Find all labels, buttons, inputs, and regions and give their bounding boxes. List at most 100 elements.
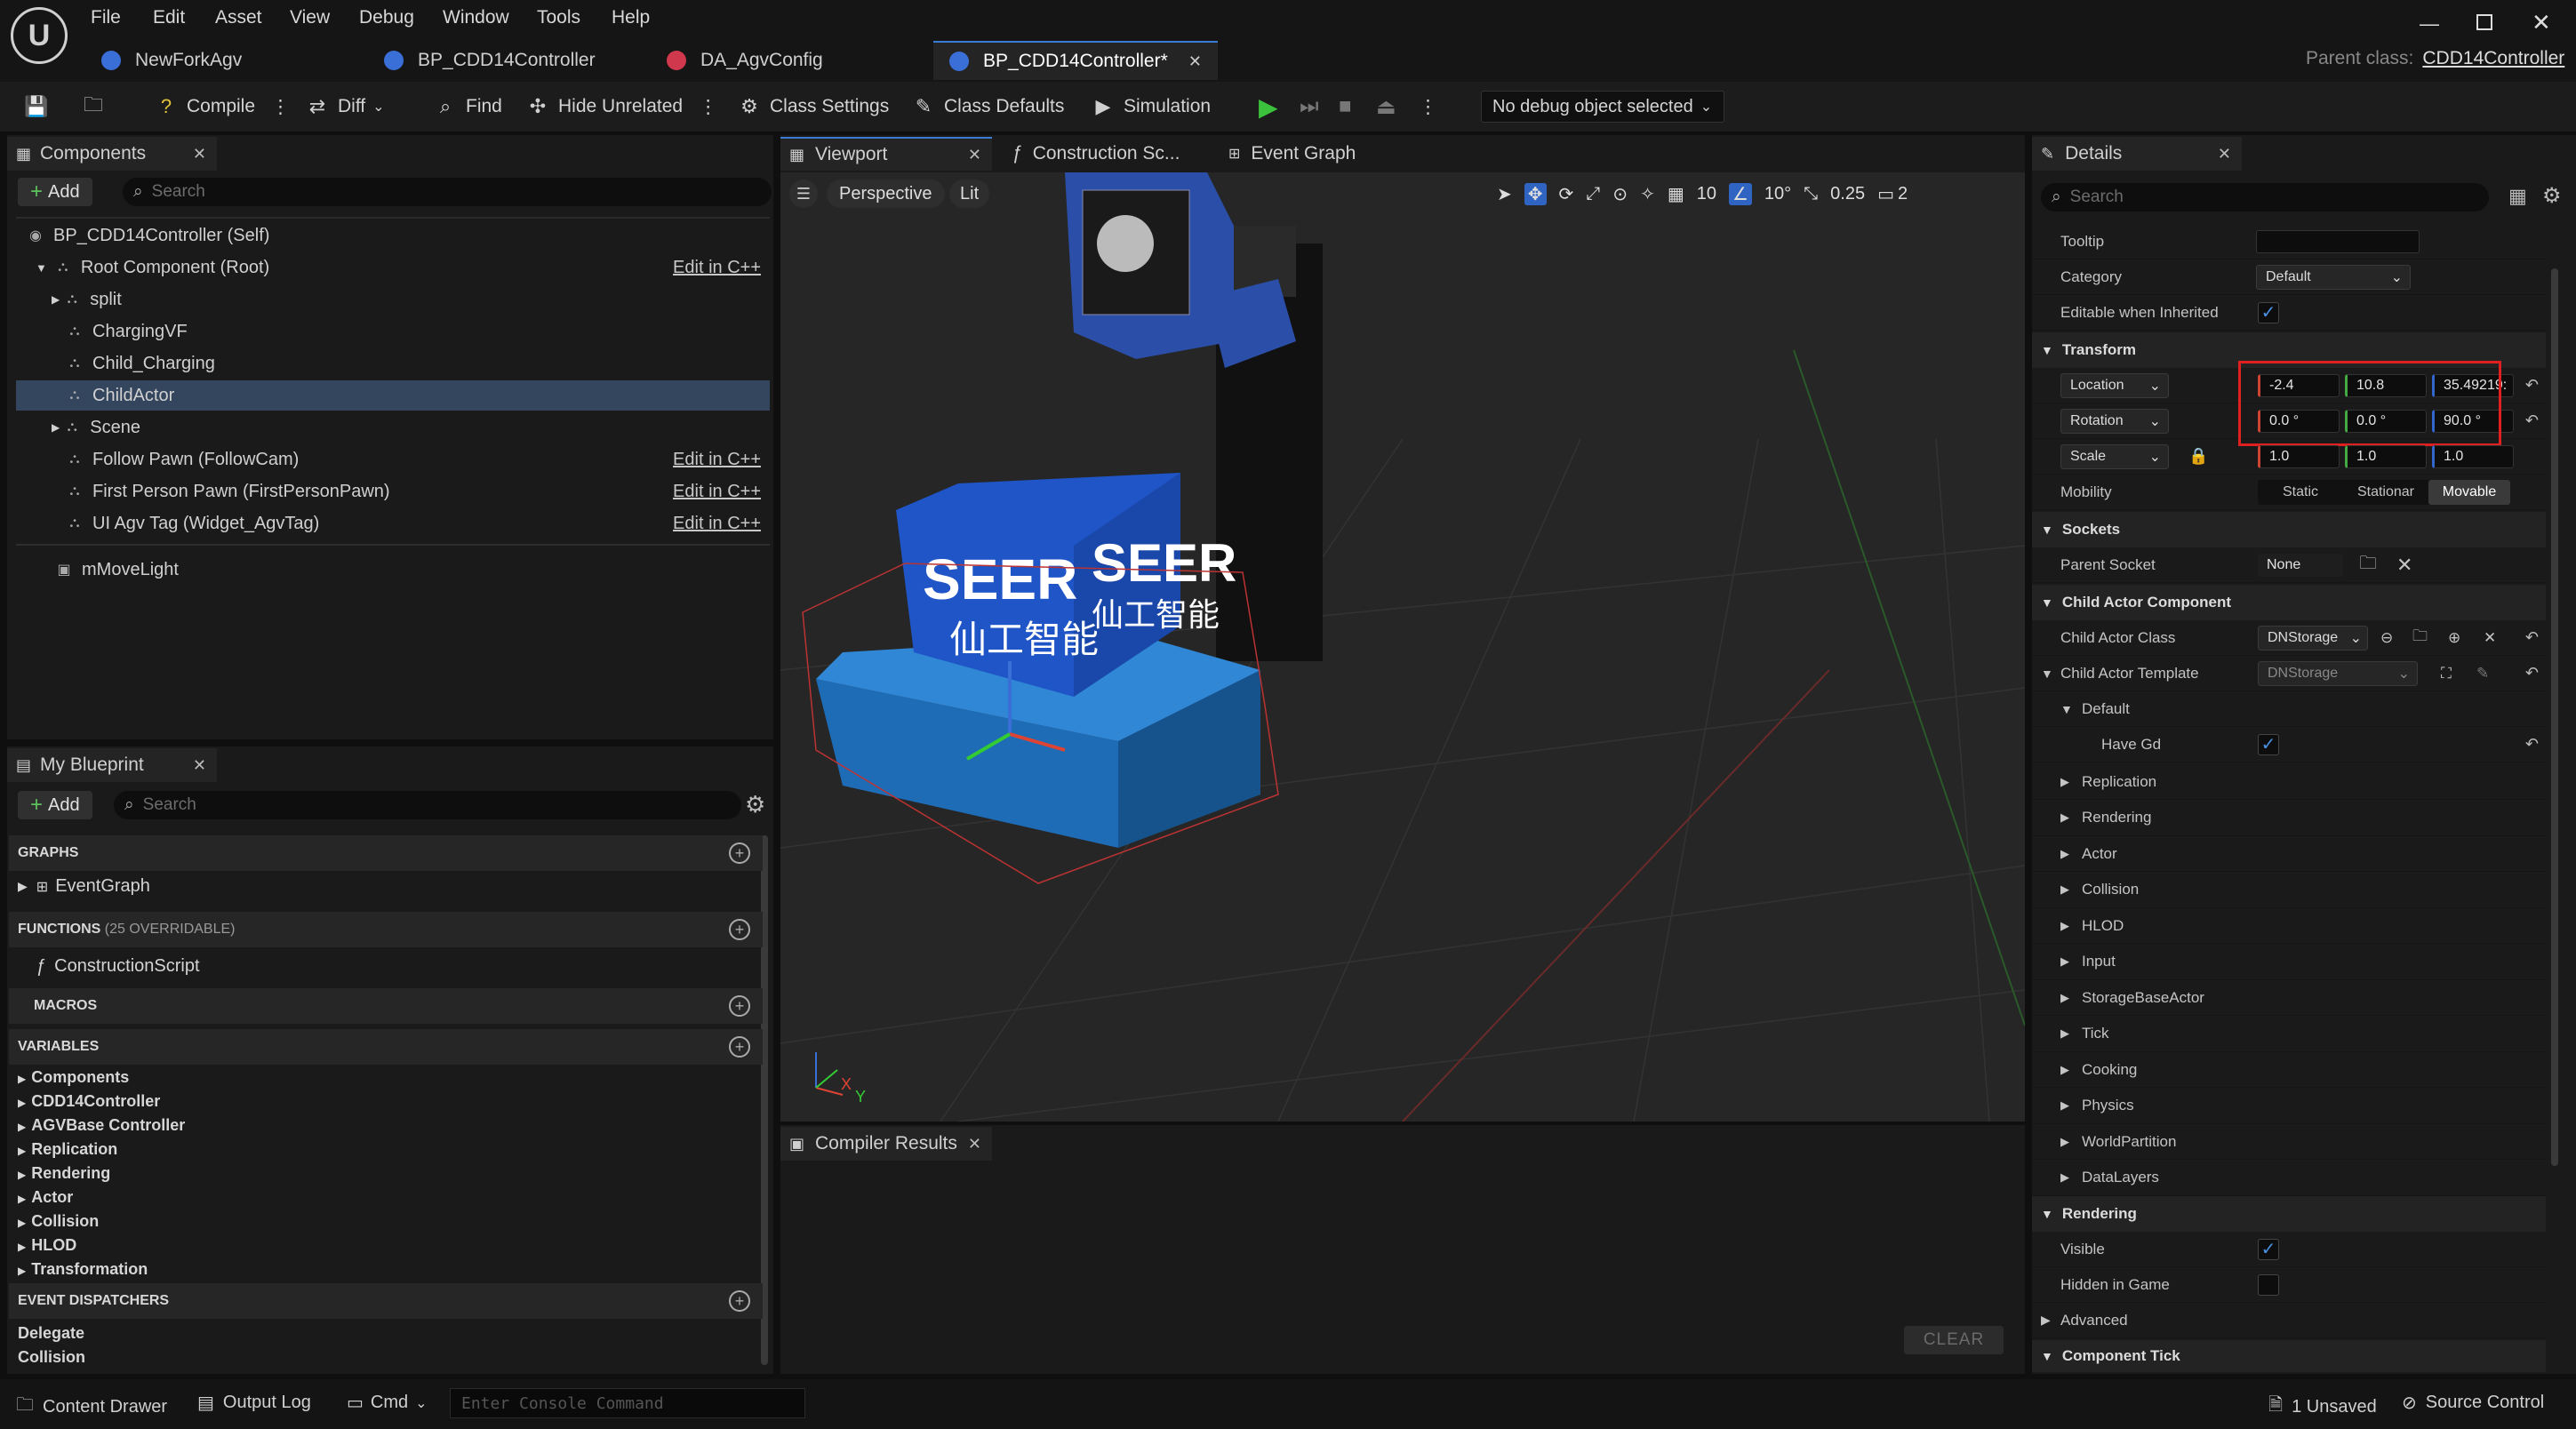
tab-da-agvconfig[interactable]: DA_AgvConfig [651, 41, 917, 80]
surface-snap-icon[interactable]: ✧ [1640, 183, 1655, 205]
save-button[interactable]: 💾 [24, 91, 57, 123]
component-tick-category[interactable]: ▼ Component Tick [2032, 1340, 2546, 1372]
output-log-button[interactable]: ▤ Output Log [197, 1392, 311, 1414]
rotation-dropdown[interactable]: Rotation ⌄ [2060, 408, 2169, 434]
menu-tools[interactable]: Tools [537, 7, 580, 28]
functions-section-header[interactable]: FUNCTIONS (25 OVERRIDABLE) + [9, 912, 763, 947]
details-subcategory-row[interactable]: ▶ StorageBaseActor [2032, 980, 2546, 1016]
add-graph-button[interactable]: + [729, 842, 750, 864]
reset-arrow-icon[interactable]: ↶ [2525, 411, 2539, 430]
details-subcategory-row[interactable]: ▶ WorldPartition [2032, 1124, 2546, 1160]
tab-bp-cdd14controller[interactable]: BP_CDD14Controller [368, 41, 635, 80]
step-button[interactable]: ⏭ [1300, 91, 1319, 123]
default-subcategory[interactable]: ▼ Default [2032, 691, 2546, 727]
tab-event-graph[interactable]: ⊞ Event Graph [1220, 137, 1397, 171]
scale-snap-value[interactable]: 0.25 [1830, 184, 1865, 204]
close-icon[interactable]: ✕ [968, 146, 981, 164]
details-subcategory-row[interactable]: ▶ Rendering [2032, 801, 2546, 836]
cmd-dropdown[interactable]: ▭ Cmd ⌄ [347, 1392, 428, 1414]
rotate-mode-icon[interactable]: ⟳ [1559, 183, 1574, 205]
reset-arrow-icon[interactable]: ↶ [2525, 376, 2539, 395]
grid-snap-icon[interactable]: ▦ [1668, 183, 1684, 205]
components-search-input[interactable]: ⌕ Search [123, 178, 772, 206]
translate-mode-icon[interactable]: ✥ [1524, 182, 1547, 205]
add-macro-button[interactable]: + [729, 995, 750, 1017]
reset-arrow-icon[interactable]: ↶ [2525, 735, 2539, 754]
variable-category-row[interactable]: ▶ Replication [18, 1140, 117, 1159]
rotation-snap-value[interactable]: 10° [1764, 184, 1791, 204]
diff-button[interactable]: ⇄ Diff ⌄ [306, 91, 385, 123]
property-matrix-icon[interactable]: ▦ [2508, 185, 2527, 208]
component-row[interactable]: ▣ mMoveLight [16, 555, 770, 585]
close-window-button[interactable]: ✕ [2532, 9, 2551, 36]
details-subcategory-row[interactable]: ▶ Actor [2032, 836, 2546, 872]
clear-button[interactable]: CLEAR [1904, 1326, 2004, 1354]
menu-help[interactable]: Help [612, 7, 650, 28]
stop-button[interactable]: ■ [1339, 91, 1352, 123]
variable-category-row[interactable]: ▶ Transformation [18, 1260, 148, 1279]
component-row[interactable]: ◉ BP_CDD14Controller (Self) [16, 220, 770, 251]
component-row[interactable]: ⛬ Child_Charging [16, 348, 770, 379]
browse-icon[interactable]: 🗀 [2412, 625, 2428, 651]
simulation-button[interactable]: ▶ Simulation [1092, 91, 1212, 123]
tab-newforkagv[interactable]: NewForkAgv [85, 41, 352, 80]
console-input[interactable]: Enter Console Command [450, 1388, 805, 1418]
more-icon[interactable]: ⋮ [699, 96, 717, 118]
hidden-in-game-checkbox[interactable] [2258, 1273, 2279, 1296]
details-subcategory-row[interactable]: ▶ DataLayers [2032, 1161, 2546, 1196]
variable-category-row[interactable]: ▶ AGVBase Controller [18, 1116, 185, 1135]
perspective-button[interactable]: Perspective [827, 180, 945, 208]
scale-z-input[interactable]: 1.0 [2432, 444, 2514, 468]
variable-category-row[interactable]: ▶ HLOD [18, 1236, 76, 1255]
scale-snap-icon[interactable]: ⤡ [1804, 184, 1818, 204]
details-subcategory-row[interactable]: ▶ Cooking [2032, 1052, 2546, 1088]
tab-my-blueprint[interactable]: ▤ My Blueprint ✕ [7, 748, 217, 782]
scrollbar[interactable] [2551, 268, 2558, 1166]
rendering-category[interactable]: ▼ Rendering [2032, 1196, 2546, 1232]
component-row[interactable]: ▼ ⛬ Root Component (Root) Edit in C++ [16, 252, 770, 283]
menu-window[interactable]: Window [443, 7, 509, 28]
macros-section-header[interactable]: MACROS + [9, 988, 763, 1024]
details-subcategory-row[interactable]: ▶ HLOD [2032, 908, 2546, 944]
edit-in-cpp-link[interactable]: Edit in C++ [673, 514, 761, 534]
close-icon[interactable]: ✕ [2218, 145, 2231, 164]
component-row[interactable]: ▶ ⛬ split [16, 284, 770, 315]
list-item-constructionscript[interactable]: ƒ ConstructionScript [36, 956, 200, 977]
clear-socket-icon[interactable]: ✕ [2396, 554, 2412, 577]
editable-checkbox[interactable]: ✓ [2258, 301, 2279, 323]
reset-arrow-icon[interactable]: ↶ [2525, 664, 2539, 683]
close-tab-icon[interactable]: ✕ [1188, 52, 1202, 71]
add-icon[interactable]: ⊕ [2448, 629, 2460, 647]
browse-button[interactable]: 🗀 [82, 91, 114, 123]
tab-compiler-results[interactable]: ▣ Compiler Results ✕ [780, 1127, 992, 1161]
advanced-row[interactable]: ▶ Advanced [2032, 1303, 2546, 1338]
variable-category-row[interactable]: ▶ Collision [18, 1212, 99, 1231]
content-drawer-button[interactable]: 🗀 Content Drawer [16, 1392, 167, 1422]
camera-speed-value[interactable]: 2 [1898, 184, 1908, 204]
component-row[interactable]: ⛬ ChargingVF [16, 316, 770, 347]
tab-bp-cdd14controller-active[interactable]: BP_CDD14Controller* ✕ [933, 41, 1218, 80]
variables-section-header[interactable]: VARIABLES + [9, 1029, 763, 1065]
mobility-movable[interactable]: Movable [2428, 479, 2510, 505]
reset-arrow-icon[interactable]: ↶ [2525, 628, 2539, 647]
unreal-logo-icon[interactable]: U [11, 7, 68, 64]
sockets-category[interactable]: ▼ Sockets [2032, 512, 2546, 547]
edit-in-cpp-link[interactable]: Edit in C++ [673, 450, 761, 470]
graphs-section-header[interactable]: GRAPHS + [9, 835, 763, 871]
eject-button[interactable]: ⏏ [1376, 91, 1396, 123]
clear-icon[interactable]: ✕ [2484, 629, 2496, 647]
scale-mode-icon[interactable]: ⤢ [1586, 184, 1600, 204]
category-dropdown[interactable]: Default ⌄ [2256, 264, 2411, 290]
select-mode-icon[interactable]: ➤ [1497, 183, 1512, 205]
viewport-options-button[interactable]: ☰ [789, 180, 818, 208]
location-dropdown[interactable]: Location ⌄ [2060, 372, 2169, 398]
browse-socket-icon[interactable]: 🗀 [2359, 550, 2377, 580]
variable-category-row[interactable]: ▶ Rendering [18, 1164, 110, 1183]
list-item-delegate[interactable]: Delegate [18, 1324, 84, 1343]
tooltip-input[interactable] [2256, 229, 2420, 253]
parent-socket-input[interactable]: None [2258, 553, 2343, 577]
details-search-input[interactable]: ⌕ Search [2041, 183, 2489, 212]
event-dispatchers-section-header[interactable]: EVENT DISPATCHERS + [9, 1283, 763, 1319]
compile-button[interactable]: ? Compile ⋮ [155, 91, 290, 123]
list-item-eventgraph[interactable]: ▶ ⊞ EventGraph [18, 876, 150, 897]
